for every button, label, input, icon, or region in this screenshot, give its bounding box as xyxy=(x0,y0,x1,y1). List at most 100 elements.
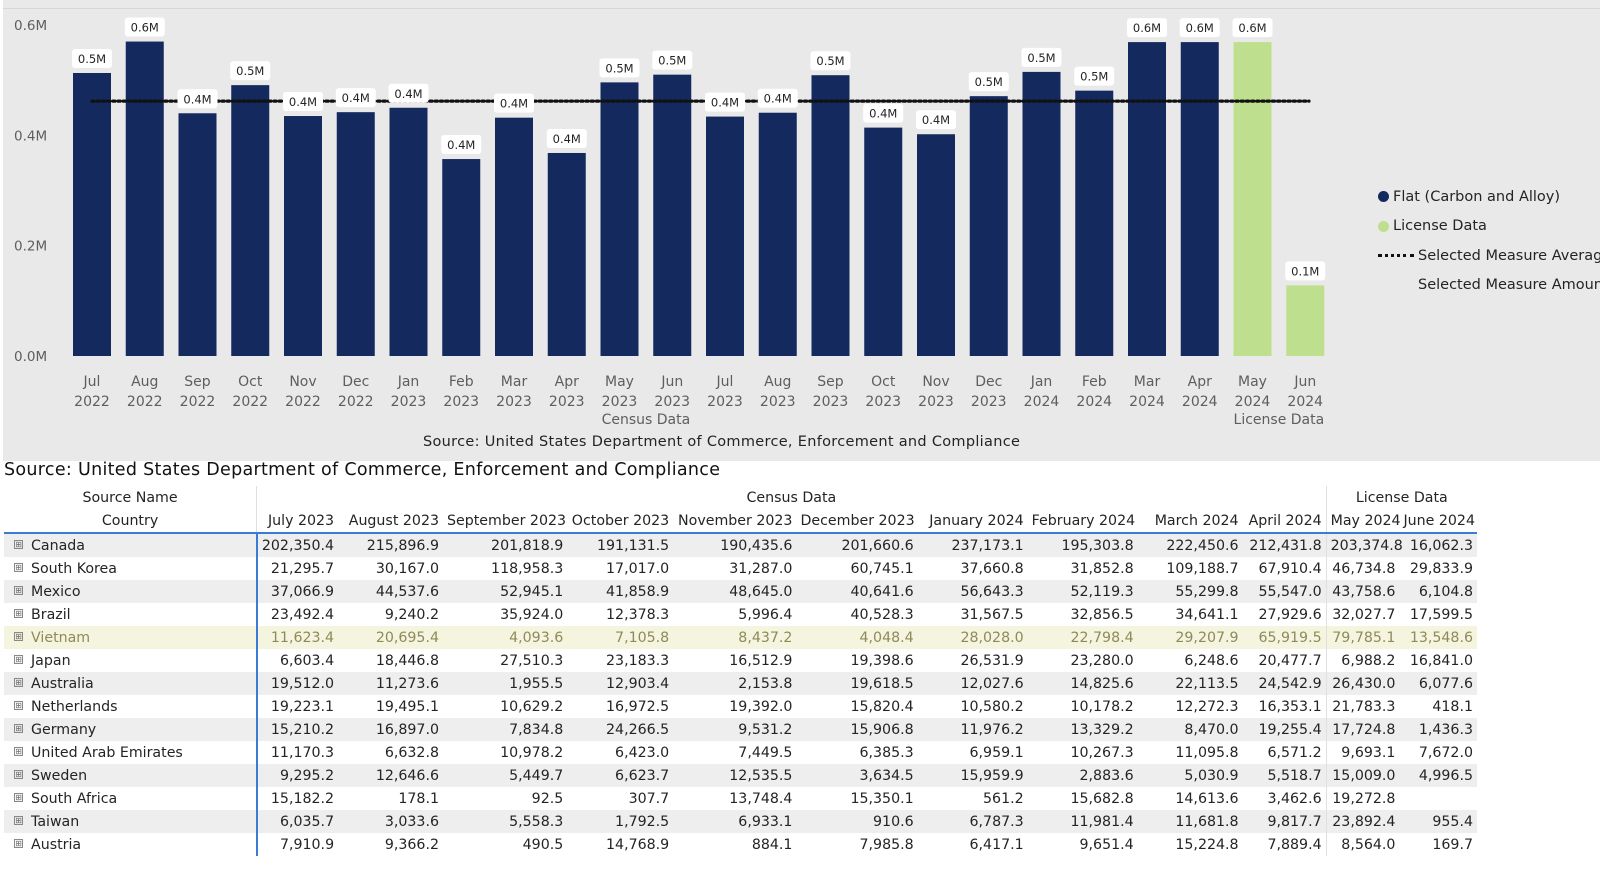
table-row[interactable]: ⊞ Vietnam 11,623.4 20,695.4 4,093.6 7,105.8 8,… xyxy=(4,626,1477,649)
expand-icon[interactable]: ⊞ xyxy=(14,700,23,710)
table-row[interactable]: ⊞ United Arab Emirates 11,170.3 6,632.8 10,9… xyxy=(4,741,1477,764)
country-cell[interactable]: ⊞ Canada xyxy=(4,533,258,557)
expand-icon[interactable]: ⊞ xyxy=(14,815,23,825)
country-cell[interactable]: ⊞ Mexico xyxy=(4,580,258,603)
value-cell: 79,785.1 xyxy=(1326,626,1400,649)
country-header[interactable]: Country xyxy=(4,509,258,534)
value-cell: 10,978.2 xyxy=(443,741,568,764)
bar[interactable] xyxy=(1022,71,1061,357)
expand-icon[interactable]: ⊞ xyxy=(14,539,23,549)
expand-icon[interactable]: ⊞ xyxy=(14,746,23,756)
column-header[interactable]: October 2023 xyxy=(567,509,674,534)
bar[interactable] xyxy=(969,96,1008,356)
expand-icon[interactable]: ⊞ xyxy=(14,608,23,618)
expand-icon[interactable]: ⊞ xyxy=(14,769,23,779)
bar[interactable] xyxy=(811,75,850,357)
legend-item-average[interactable]: Selected Measure Average xyxy=(1378,241,1600,271)
bar[interactable] xyxy=(864,127,903,356)
bar[interactable] xyxy=(1128,42,1166,357)
table-row[interactable]: ⊞ Sweden 9,295.2 12,646.6 5,449.7 6,623.7 12,5… xyxy=(4,764,1477,787)
expand-icon[interactable]: ⊞ xyxy=(14,562,23,572)
column-header[interactable]: December 2023 xyxy=(796,509,918,534)
legend-item-amount[interactable]: Selected Measure Amount xyxy=(1378,271,1600,301)
table-row[interactable]: ⊞ South Korea 21,295.7 30,167.0 118,958.3 17,… xyxy=(4,557,1477,580)
bar[interactable] xyxy=(600,82,639,356)
bar[interactable] xyxy=(389,107,428,356)
value-cell: 13,329.2 xyxy=(1027,718,1138,741)
country-cell[interactable]: ⊞ Netherlands xyxy=(4,695,258,718)
country-cell[interactable]: ⊞ Germany xyxy=(4,718,258,741)
country-cell[interactable]: ⊞ Austria xyxy=(4,833,258,856)
value-cell: 19,255.4 xyxy=(1242,718,1327,741)
country-cell[interactable]: ⊞ Taiwan xyxy=(4,810,258,833)
value-cell: 418.1 xyxy=(1399,695,1477,718)
bar[interactable] xyxy=(1180,42,1219,357)
bar[interactable] xyxy=(178,113,217,357)
value-cell: 12,272.3 xyxy=(1137,695,1243,718)
table-row[interactable]: ⊞ Taiwan 6,035.7 3,033.6 5,558.3 1,792.5 6,933… xyxy=(4,810,1477,833)
bar[interactable] xyxy=(917,134,955,356)
bar[interactable] xyxy=(336,112,375,356)
expand-icon[interactable]: ⊞ xyxy=(14,838,23,848)
bar[interactable] xyxy=(495,117,533,357)
expand-icon[interactable]: ⊞ xyxy=(14,631,23,641)
column-header[interactable]: June 2024 xyxy=(1399,509,1477,534)
bar[interactable] xyxy=(1286,285,1325,356)
column-header[interactable]: August 2023 xyxy=(338,509,443,534)
expand-icon[interactable]: ⊞ xyxy=(14,654,23,664)
bar[interactable] xyxy=(758,112,797,356)
legend-item-license[interactable]: License Data xyxy=(1378,212,1600,242)
bar[interactable] xyxy=(125,41,164,357)
column-header[interactable]: May 2024 xyxy=(1326,509,1401,534)
bar[interactable] xyxy=(547,152,586,356)
value-cell: 16,512.9 xyxy=(673,649,797,672)
table-row[interactable]: ⊞ Germany 15,210.2 16,897.0 7,834.8 24,266.5 9… xyxy=(4,718,1477,741)
expand-icon[interactable]: ⊞ xyxy=(14,792,23,802)
expand-icon[interactable]: ⊞ xyxy=(14,585,23,595)
bar[interactable] xyxy=(706,116,744,357)
country-cell[interactable]: ⊞ South Korea xyxy=(4,557,258,580)
value-cell: 27,929.6 xyxy=(1242,603,1327,626)
table-row[interactable]: ⊞ South Africa 15,182.2 178.1 92.5 307.7 13,74… xyxy=(4,787,1477,810)
table-row[interactable]: ⊞ Brazil 23,492.4 9,240.2 35,924.0 12,378.3 5,… xyxy=(4,603,1477,626)
country-cell[interactable]: ⊞ Vietnam xyxy=(4,626,258,649)
bar[interactable] xyxy=(1233,42,1272,357)
license-data-group-header[interactable]: License Data xyxy=(1326,486,1477,509)
bar[interactable] xyxy=(73,72,111,357)
table-row[interactable]: ⊞ Canada 202,350.4 215,896.9 201,818.9 191,13… xyxy=(4,533,1477,557)
bar[interactable] xyxy=(284,116,322,357)
census-data-group-header[interactable]: Census Data xyxy=(256,486,1327,509)
country-name: Netherlands xyxy=(31,698,118,715)
bar[interactable] xyxy=(1075,90,1114,357)
country-cell[interactable]: ⊞ Australia xyxy=(4,672,258,695)
country-cell[interactable]: ⊞ United Arab Emirates xyxy=(4,741,258,764)
table-row[interactable]: ⊞ Australia 19,512.0 11,273.6 1,955.5 12,903.… xyxy=(4,672,1477,695)
x-tick-month: Nov xyxy=(289,374,316,390)
legend-item-flat[interactable]: Flat (Carbon and Alloy) xyxy=(1378,182,1600,212)
bar[interactable] xyxy=(653,74,692,357)
bar[interactable] xyxy=(231,85,270,357)
table-row[interactable]: ⊞ Austria 7,910.9 9,366.2 490.5 14,768.9 884.1… xyxy=(4,833,1477,856)
table-row[interactable]: ⊞ Mexico 37,066.9 44,537.6 52,945.1 41,858.9 4… xyxy=(4,580,1477,603)
country-cell[interactable]: ⊞ Sweden xyxy=(4,764,258,787)
column-header[interactable]: February 2024 xyxy=(1027,509,1138,534)
expand-icon[interactable]: ⊞ xyxy=(14,723,23,733)
country-cell[interactable]: ⊞ Japan xyxy=(4,649,258,672)
expand-icon[interactable]: ⊞ xyxy=(14,677,23,687)
table-row[interactable]: ⊞ Netherlands 19,223.1 19,495.1 10,629.2 16,9… xyxy=(4,695,1477,718)
value-cell: 52,945.1 xyxy=(443,580,568,603)
value-cell: 195,303.8 xyxy=(1027,533,1138,557)
column-header[interactable]: November 2023 xyxy=(673,509,797,534)
column-header[interactable]: January 2024 xyxy=(917,509,1028,534)
column-header[interactable]: March 2024 xyxy=(1137,509,1243,534)
source-name-header[interactable]: Source Name xyxy=(4,486,258,509)
bar[interactable] xyxy=(442,159,481,356)
country-cell[interactable]: ⊞ South Africa xyxy=(4,787,258,810)
column-header[interactable]: April 2024 xyxy=(1242,509,1327,534)
value-cell: 17,724.8 xyxy=(1326,718,1400,741)
country-cell[interactable]: ⊞ Brazil xyxy=(4,603,258,626)
data-label: 0.6M xyxy=(131,21,159,35)
table-row[interactable]: ⊞ Japan 6,603.4 18,446.8 27,510.3 23,183.3 16,… xyxy=(4,649,1477,672)
column-header[interactable]: September 2023 xyxy=(443,509,568,534)
column-header[interactable]: July 2023 xyxy=(256,509,339,534)
